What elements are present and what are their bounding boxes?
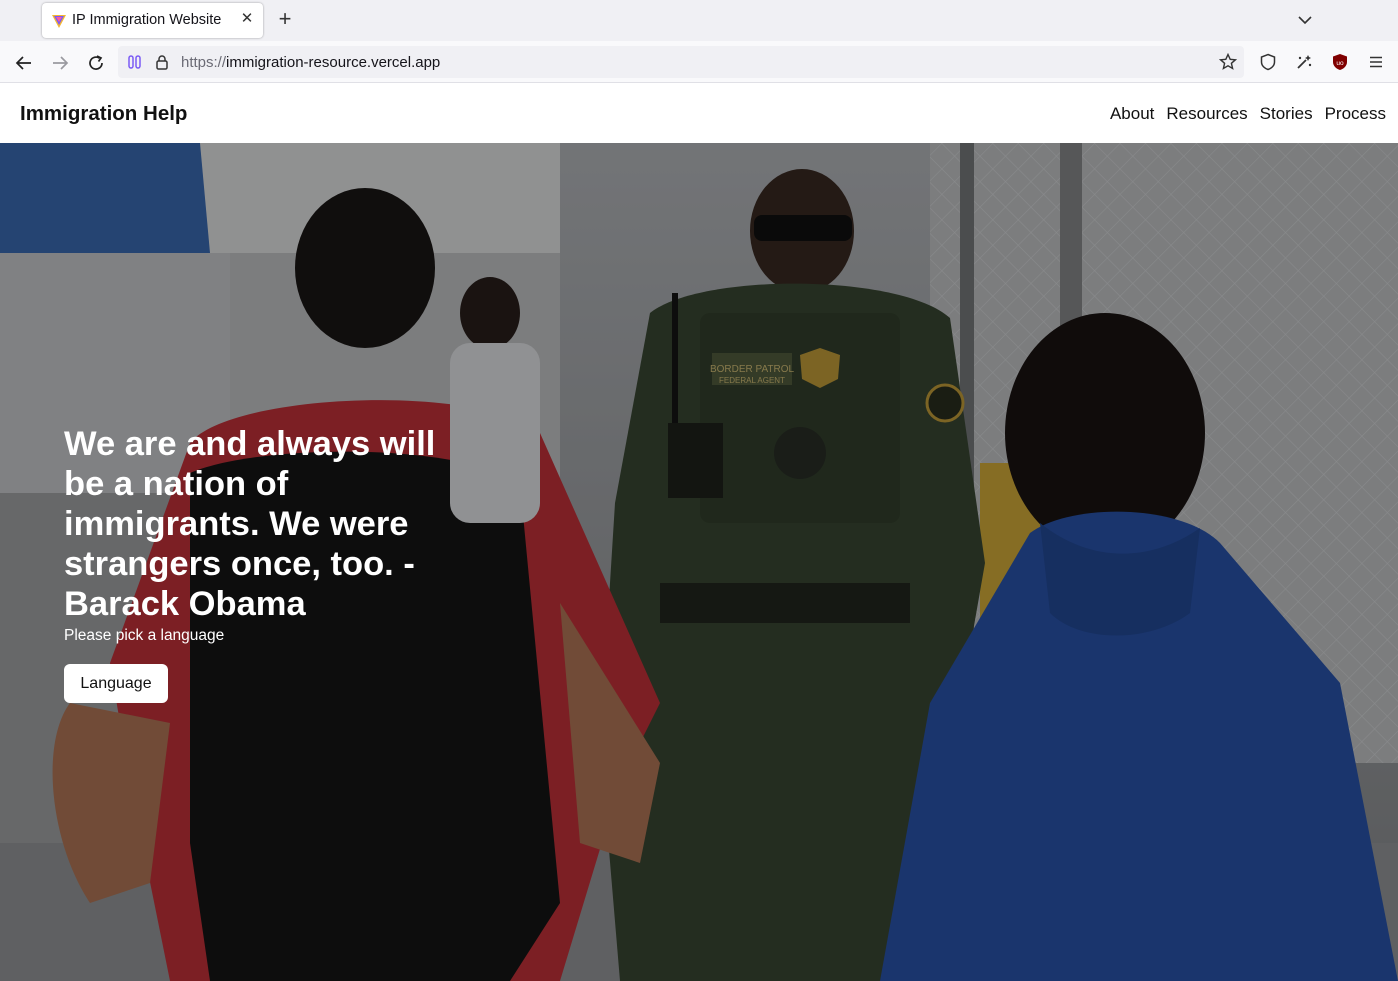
nav-link-about[interactable]: About <box>1110 104 1154 124</box>
url-scheme: https:// <box>181 54 227 71</box>
language-button[interactable]: Language <box>64 664 168 703</box>
forward-icon[interactable] <box>47 50 73 76</box>
svg-text:uo: uo <box>1336 60 1344 67</box>
hero-quote: We are and always will be a nation of im… <box>64 425 436 623</box>
new-tab-icon[interactable]: + <box>274 8 296 30</box>
url-text: https://immigration-resource.vercel.app <box>181 54 440 71</box>
nav-link-process[interactable]: Process <box>1325 104 1386 124</box>
bookmark-star-icon[interactable] <box>1219 53 1237 71</box>
list-tabs-chevron-icon[interactable] <box>1295 10 1315 30</box>
tab-strip: IP Immigration Website ✕ + <box>0 0 1398 41</box>
site-header: Immigration Help About Resources Stories… <box>0 84 1398 143</box>
tab-title: IP Immigration Website <box>72 12 222 28</box>
browser-tab[interactable]: IP Immigration Website ✕ <box>42 3 263 38</box>
menu-hamburger-icon[interactable] <box>1364 50 1388 74</box>
lock-icon[interactable] <box>153 53 171 71</box>
reload-icon[interactable] <box>83 50 109 76</box>
address-bar[interactable]: https://immigration-resource.vercel.app <box>118 46 1244 78</box>
hero-subtitle: Please pick a language <box>64 627 225 644</box>
browser-toolbar: https://immigration-resource.vercel.app … <box>0 41 1398 83</box>
ublock-origin-icon[interactable]: uo <box>1328 50 1352 74</box>
url-host: immigration-resource.vercel.app <box>226 54 441 71</box>
hero-section: BORDER PATROL FEDERAL AGENT We are and a… <box>0 143 1398 981</box>
site-nav: About Resources Stories Process <box>1110 104 1386 124</box>
back-icon[interactable] <box>11 50 37 76</box>
site-logo[interactable]: Immigration Help <box>20 102 187 126</box>
nav-link-resources[interactable]: Resources <box>1166 104 1247 124</box>
tracking-protection-icon[interactable] <box>126 53 144 71</box>
site-favicon-icon <box>52 15 66 28</box>
extensions-sparkle-icon[interactable] <box>1292 50 1316 74</box>
nav-link-stories[interactable]: Stories <box>1260 104 1313 124</box>
close-tab-icon[interactable]: ✕ <box>238 10 256 28</box>
shield-icon[interactable] <box>1256 50 1280 74</box>
